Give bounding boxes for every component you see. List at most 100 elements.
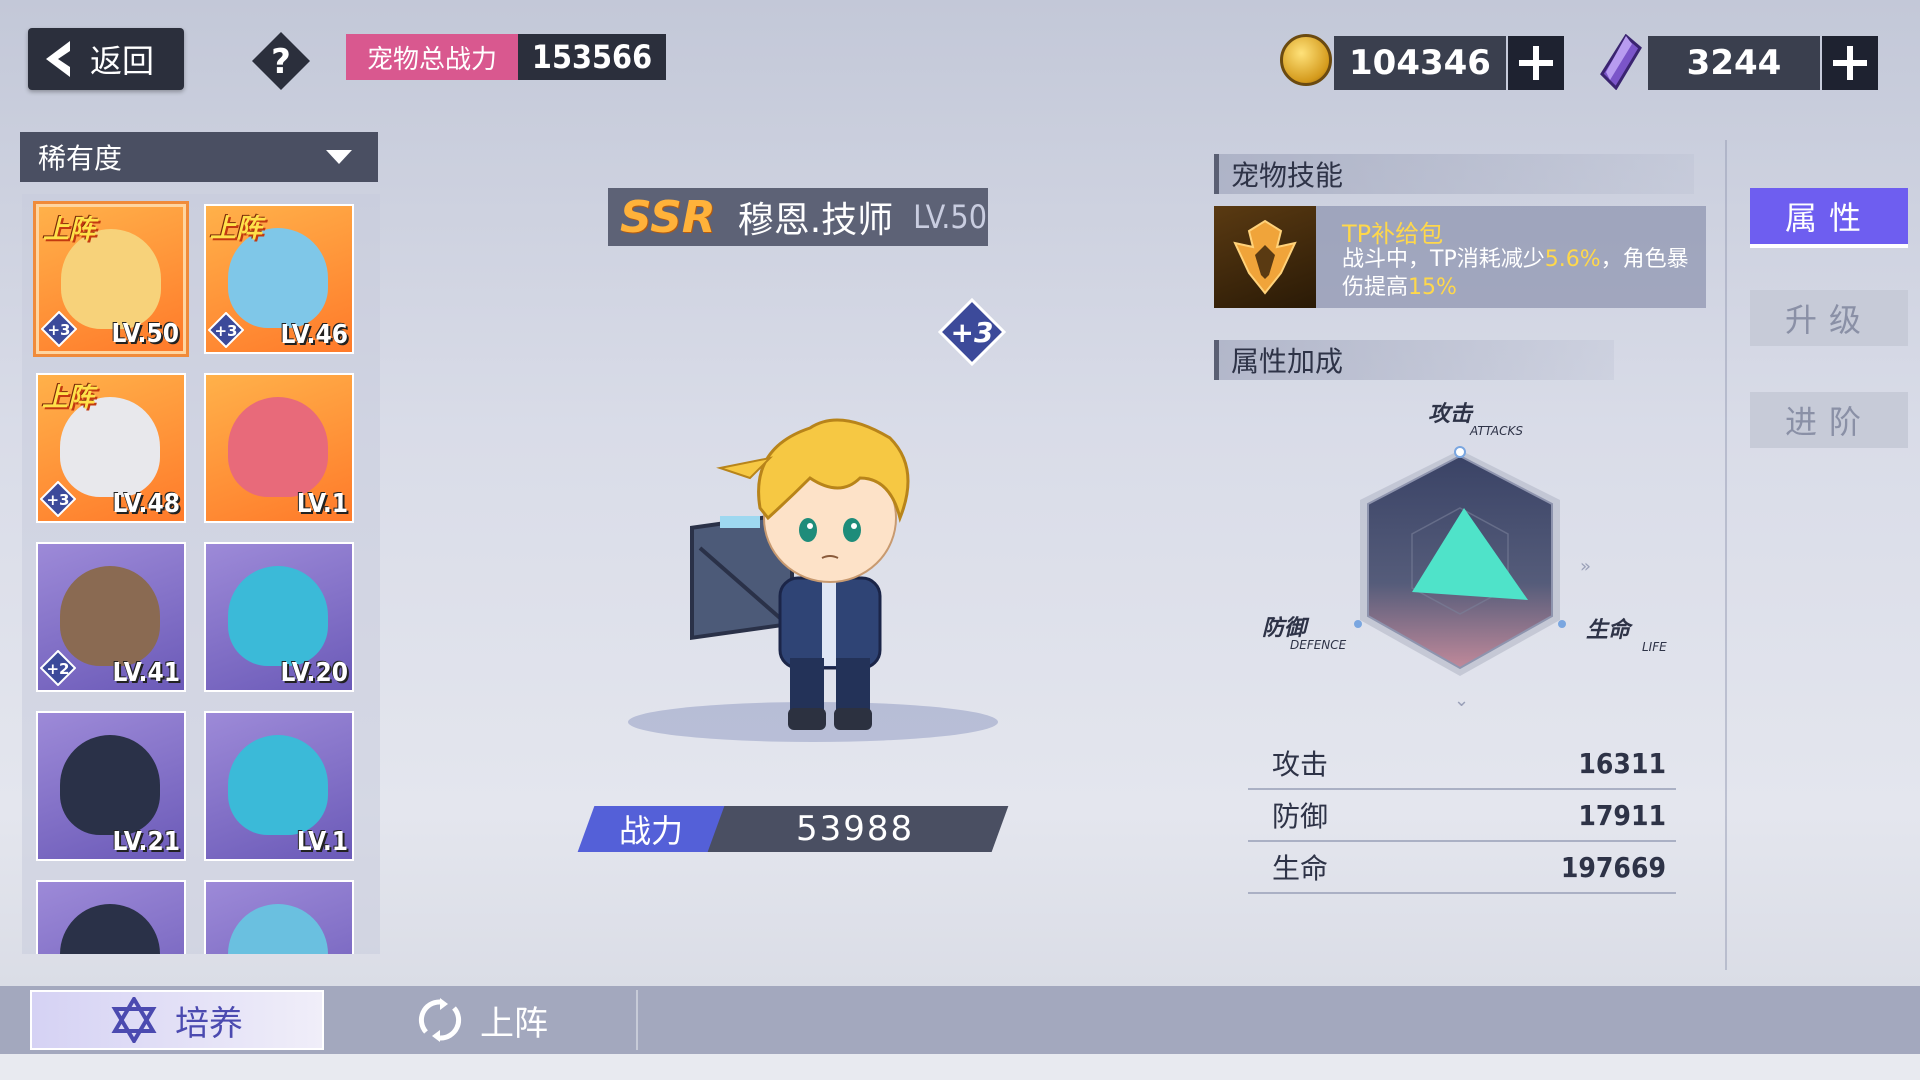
panel-divider <box>1725 140 1727 970</box>
rarity-filter-dropdown[interactable]: 稀有度 <box>20 132 378 182</box>
rarity-badge: SSR <box>620 191 716 243</box>
radar-svg: » ⌄ <box>1354 446 1591 711</box>
pet-character-image <box>690 418 910 730</box>
skill-section-header: 宠物技能 <box>1214 154 1694 194</box>
gold-coin-icon <box>1280 34 1332 86</box>
chevron-down-icon: ⌄ <box>1454 690 1469 711</box>
radar-axis-defence-en: DEFENCE <box>1290 638 1347 652</box>
add-gem-button[interactable] <box>1822 36 1878 90</box>
pet-name: 穆恩.技师 <box>737 200 894 241</box>
pet-level-label: LV.50 <box>111 319 179 349</box>
skill-card[interactable]: TP补给包 战斗中，TP消耗减少5.6%，角色暴伤提高15% <box>1214 206 1706 308</box>
radar-axis-attack: 攻击 <box>1428 402 1473 427</box>
skill-desc-value: 15% <box>1408 275 1457 300</box>
enhance-badge-icon: +3 <box>40 481 76 517</box>
tab-advance[interactable]: 进阶 <box>1750 392 1908 448</box>
crystal-gem-icon <box>1600 34 1642 90</box>
total-power-label: 宠物总战力 <box>346 34 518 80</box>
radar-axis-life-en: LIFE <box>1642 640 1667 654</box>
pet-level-label: LV.46 <box>280 320 348 350</box>
bottom-tab-train[interactable]: 培养 <box>30 990 324 1050</box>
svg-text:+2: +2 <box>46 660 69 678</box>
svg-text:+3: +3 <box>46 491 69 509</box>
pet-level-label: LV.21 <box>112 827 180 857</box>
svg-text:+3: +3 <box>951 316 994 349</box>
stat-value: 197669 <box>1560 850 1666 884</box>
pet-card[interactable]: 上阵 LV.46 +3 <box>204 204 354 354</box>
combat-power-label: 战力 <box>618 812 683 850</box>
skill-name: TP补给包 <box>1342 220 1444 248</box>
radar-axis-attack-en: ATTACKS <box>1470 424 1523 438</box>
radar-axis-life: 生命 <box>1586 618 1631 643</box>
attribute-radar-chart: » ⌄ 攻击 ATTACKS 防御 DEFENCE 生命 LIFE <box>1250 396 1690 716</box>
pet-card[interactable]: LV.1 <box>204 711 354 861</box>
skill-description: 战斗中，TP消耗减少5.6%，角色暴伤提高15% <box>1342 246 1692 302</box>
pet-card[interactable] <box>36 880 186 954</box>
bottom-strip <box>0 1054 1920 1080</box>
pet-grid: 上阵 LV.50 +3 上阵 LV.46 +3 上阵 LV.48 +3 LV.1 LV.41 +2 LV… <box>36 204 354 954</box>
add-gold-button[interactable] <box>1508 36 1564 90</box>
radar-node-attack <box>1454 446 1466 458</box>
deployed-tag: 上阵 <box>210 214 263 244</box>
pet-portrait <box>228 566 328 666</box>
bottom-tab-train-label: 培养 <box>175 1003 243 1044</box>
stat-label: 防御 <box>1272 800 1329 833</box>
svg-text:+3: +3 <box>214 322 237 340</box>
total-power-value: 153566 <box>518 34 666 80</box>
pet-portrait <box>60 904 160 954</box>
pet-level-label: LV.20 <box>280 658 348 688</box>
pet-name-plate: SSR 穆恩.技师 LV.50 <box>608 188 988 246</box>
plus-icon <box>1833 46 1867 80</box>
chevron-right-icon: » <box>1580 556 1591 577</box>
pet-card[interactable]: LV.20 <box>204 542 354 692</box>
stat-label: 生命 <box>1272 852 1329 885</box>
stat-value: 17911 <box>1578 798 1666 832</box>
swap-cycle-icon <box>418 998 462 1042</box>
enhance-badge-icon: +3 <box>938 298 1006 366</box>
svg-text:?: ? <box>271 42 291 82</box>
combat-power-label-box: 战力 <box>577 806 725 852</box>
help-button[interactable]: ? <box>250 30 312 92</box>
pet-card[interactable]: 上阵 LV.50 +3 <box>36 204 186 354</box>
bottom-tab-deploy[interactable]: 上阵 <box>330 990 638 1050</box>
stat-row-life: 生命 197669 <box>1248 842 1676 894</box>
bottom-tab-deploy-label: 上阵 <box>480 1003 548 1044</box>
attribute-section-header: 属性加成 <box>1214 340 1614 380</box>
pet-portrait <box>228 397 328 497</box>
radar-node-life <box>1558 620 1566 628</box>
back-button[interactable]: 返回 <box>28 28 184 90</box>
tab-upgrade[interactable]: 升级 <box>1750 290 1908 346</box>
gold-amount: 104346 <box>1334 36 1506 90</box>
pet-card[interactable]: LV.41 +2 <box>36 542 186 692</box>
deployed-tag: 上阵 <box>43 215 96 245</box>
skill-emblem-icon <box>1214 206 1316 308</box>
pet-card[interactable]: LV.1 <box>204 373 354 523</box>
star-hexagram-icon <box>111 997 157 1043</box>
svg-text:+3: +3 <box>47 321 70 339</box>
attribute-stat-table: 攻击 16311 防御 17911 生命 197669 <box>1248 738 1676 894</box>
pet-card[interactable]: LV.21 <box>36 711 186 861</box>
pet-list-panel[interactable]: 上阵 LV.50 +3 上阵 LV.46 +3 上阵 LV.48 +3 LV.1 LV.41 +2 LV… <box>22 194 380 954</box>
deployed-tag: 上阵 <box>42 383 95 413</box>
combat-power-bar: 53988 战力 <box>560 806 1030 856</box>
skill-desc-value: 5.6% <box>1544 247 1601 272</box>
help-icon: ? <box>252 32 310 90</box>
enhance-badge-icon: +3 <box>208 312 244 348</box>
stat-row-attack: 攻击 16311 <box>1248 738 1676 790</box>
rarity-filter-label: 稀有度 <box>38 142 123 175</box>
combat-power-value: 53988 <box>795 809 915 849</box>
pet-portrait <box>228 904 328 954</box>
pet-level-label: LV.1 <box>296 489 348 519</box>
pet-card[interactable] <box>204 880 354 954</box>
pet-level-label: LV.48 <box>112 489 180 519</box>
back-arrow-icon <box>46 41 70 77</box>
tab-attributes[interactable]: 属性 <box>1750 188 1908 248</box>
plus-icon <box>1519 46 1553 80</box>
pet-level: LV.50 <box>913 198 987 236</box>
pet-card[interactable]: 上阵 LV.48 +3 <box>36 373 186 523</box>
dropdown-caret-icon <box>326 150 352 164</box>
pet-portrait <box>228 735 328 835</box>
stat-value: 16311 <box>1578 746 1666 780</box>
radar-node-defence <box>1354 620 1362 628</box>
stat-label: 攻击 <box>1272 748 1329 781</box>
